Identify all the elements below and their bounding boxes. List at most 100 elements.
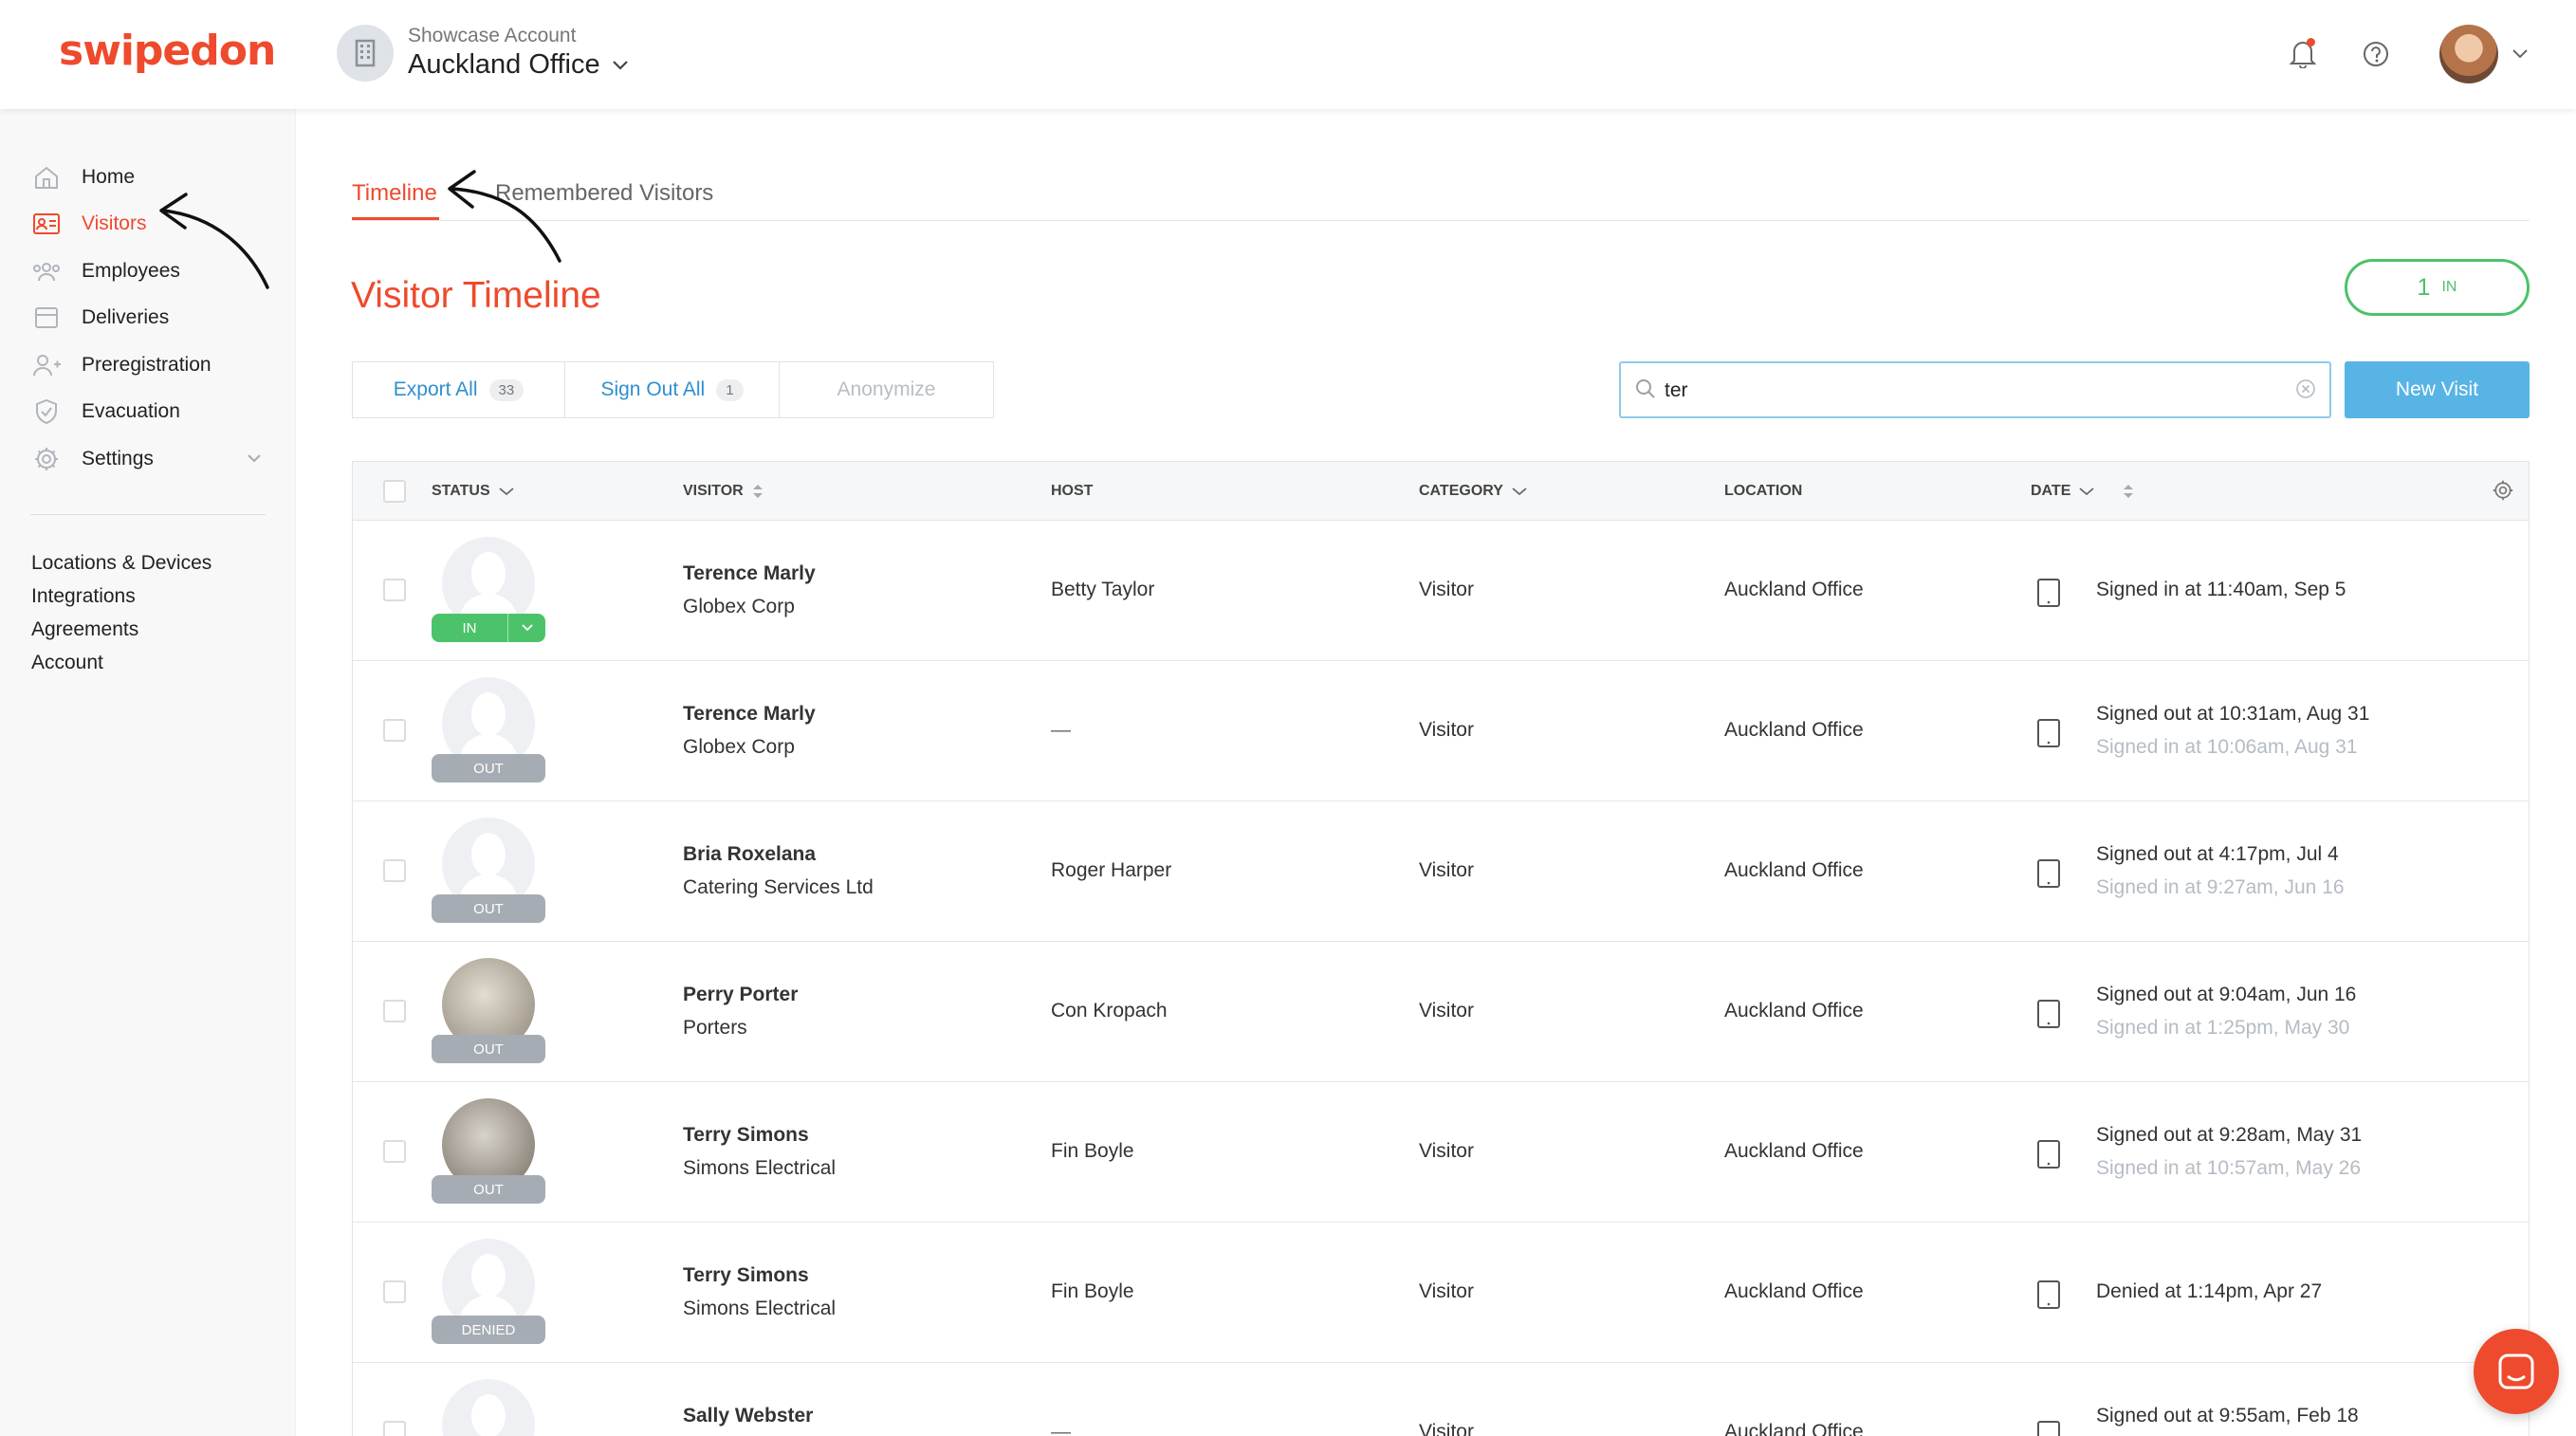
column-settings-gear-icon[interactable] (2492, 479, 2514, 506)
row-checkbox[interactable] (383, 579, 406, 601)
table-row[interactable]: OUT Terence Marly Globex Corp — Visitor … (353, 661, 2529, 801)
date-primary: Signed out at 10:31am, Aug 31 (2096, 703, 2370, 725)
column-date[interactable]: DATE (2031, 483, 2135, 500)
status-badge-in[interactable]: IN (432, 614, 545, 642)
in-count-label: IN (2441, 279, 2457, 295)
location-selector[interactable]: Auckland Office (408, 49, 600, 81)
host-name: Fin Boyle (1051, 1140, 1134, 1162)
clear-icon[interactable] (2295, 378, 2316, 404)
new-visit-button[interactable]: New Visit (2345, 361, 2530, 418)
sign-out-all-button[interactable]: Sign Out All 1 (565, 362, 780, 417)
sidebar-item-preregistration[interactable]: Preregistration (30, 346, 212, 384)
row-checkbox[interactable] (383, 719, 406, 742)
select-all-checkbox[interactable] (383, 480, 406, 503)
host-name: Con Kropach (1051, 1000, 1168, 1022)
sidebar-link-locations-devices[interactable]: Locations & Devices (31, 552, 212, 575)
sidebar-link-account[interactable]: Account (31, 652, 103, 674)
chat-icon (2498, 1353, 2534, 1390)
column-status[interactable]: STATUS (432, 483, 515, 500)
visitor-card-icon (30, 208, 63, 240)
sidebar-item-label: Settings (82, 448, 154, 469)
status-badge-out: OUT (432, 754, 545, 782)
category: Visitor (1419, 1140, 1474, 1162)
visitor-name[interactable]: Terry Simons (683, 1124, 809, 1147)
row-checkbox[interactable] (383, 1140, 406, 1163)
status-badge-out: OUT (432, 1175, 545, 1204)
tab-timeline[interactable]: Timeline (352, 180, 437, 207)
table-row[interactable]: Sally Webster — Visitor Auckland Office … (353, 1363, 2529, 1436)
column-visitor[interactable]: VISITOR (683, 483, 764, 500)
visitor-name[interactable]: Sally Webster (683, 1405, 813, 1427)
help-icon[interactable] (2363, 41, 2389, 72)
sidebar-link-integrations[interactable]: Integrations (31, 585, 136, 608)
visitor-name[interactable]: Terence Marly (683, 703, 816, 726)
in-count-pill[interactable]: 1 IN (2345, 259, 2530, 316)
tablet-icon (2036, 578, 2061, 613)
date-secondary: Signed in at 1:25pm, May 30 (2096, 1017, 2350, 1039)
chevron-down-icon[interactable] (507, 614, 545, 642)
search-input[interactable] (1665, 375, 2272, 407)
sidebar-item-evacuation[interactable]: Evacuation (30, 393, 180, 431)
location: Auckland Office (1724, 1140, 1864, 1162)
sign-out-count-badge: 1 (716, 378, 744, 401)
visitor-company: Simons Electrical (683, 1157, 837, 1179)
status-badge-denied: DENIED (432, 1316, 545, 1344)
chevron-down-icon[interactable] (247, 451, 262, 468)
date-secondary: Signed in at 9:27am, Jun 16 (2096, 876, 2345, 898)
visitor-company: Catering Services Ltd (683, 876, 874, 898)
tab-remembered-visitors[interactable]: Remembered Visitors (495, 180, 713, 207)
table-row[interactable]: OUT Perry Porter Porters Con Kropach Vis… (353, 942, 2529, 1082)
sign-out-all-label: Sign Out All (600, 378, 706, 400)
sidebar-item-label: Deliveries (82, 306, 170, 328)
row-checkbox[interactable] (383, 1280, 406, 1303)
category: Visitor (1419, 859, 1474, 881)
date-primary: Signed out at 4:17pm, Jul 4 (2096, 843, 2339, 865)
people-icon (30, 255, 63, 287)
visitor-name[interactable]: Bria Roxelana (683, 843, 816, 866)
tablet-icon (2036, 1280, 2061, 1315)
host-name: Betty Taylor (1051, 579, 1155, 600)
chevron-down-icon (2079, 488, 2094, 496)
brand-logo[interactable]: swipedon (59, 27, 276, 75)
visitor-photo-placeholder (442, 1379, 535, 1436)
table-row[interactable]: OUT Bria Roxelana Catering Services Ltd … (353, 801, 2529, 942)
row-checkbox[interactable] (383, 1421, 406, 1436)
chat-launcher-button[interactable] (2474, 1329, 2559, 1414)
tablet-icon (2036, 1420, 2061, 1436)
active-tab-indicator (352, 217, 439, 220)
visitor-name[interactable]: Perry Porter (683, 984, 798, 1006)
row-checkbox[interactable] (383, 859, 406, 882)
sidebar-item-home[interactable]: Home (30, 158, 135, 196)
tablet-icon (2036, 718, 2061, 753)
visitor-name[interactable]: Terry Simons (683, 1264, 809, 1287)
tabs-divider (352, 220, 2530, 221)
sidebar-item-deliveries[interactable]: Deliveries (30, 299, 169, 337)
column-host[interactable]: HOST (1051, 483, 1093, 500)
chevron-down-icon[interactable] (612, 59, 629, 76)
sidebar-link-agreements[interactable]: Agreements (31, 618, 138, 641)
sidebar-item-employees[interactable]: Employees (30, 252, 180, 290)
column-location[interactable]: LOCATION (1724, 483, 1802, 500)
table-row[interactable]: IN Terence Marly Globex Corp Betty Taylo… (353, 521, 2529, 661)
table-row[interactable]: OUT Terry Simons Simons Electrical Fin B… (353, 1082, 2529, 1223)
sidebar-item-visitors[interactable]: Visitors (30, 205, 146, 243)
chevron-down-icon (499, 488, 514, 496)
visitor-name[interactable]: Terence Marly (683, 562, 816, 585)
sidebar-item-settings[interactable]: Settings (30, 440, 154, 478)
user-avatar[interactable] (2439, 25, 2498, 83)
host-name: Fin Boyle (1051, 1280, 1134, 1302)
top-bar: swipedon Showcase Account Auckland Offic… (0, 0, 2576, 109)
anonymize-button[interactable]: Anonymize (780, 362, 993, 417)
building-icon (337, 25, 394, 82)
tablet-icon (2036, 858, 2061, 893)
shield-icon (30, 396, 63, 428)
location: Auckland Office (1724, 1000, 1864, 1022)
location: Auckland Office (1724, 1421, 1864, 1436)
row-checkbox[interactable] (383, 1000, 406, 1022)
chevron-down-icon[interactable] (2512, 47, 2529, 64)
column-category[interactable]: CATEGORY (1419, 483, 1528, 500)
page-title: Visitor Timeline (351, 275, 601, 316)
export-all-button[interactable]: Export All 33 (353, 362, 565, 417)
host-name: Roger Harper (1051, 859, 1172, 881)
table-row[interactable]: DENIED Terry Simons Simons Electrical Fi… (353, 1223, 2529, 1363)
